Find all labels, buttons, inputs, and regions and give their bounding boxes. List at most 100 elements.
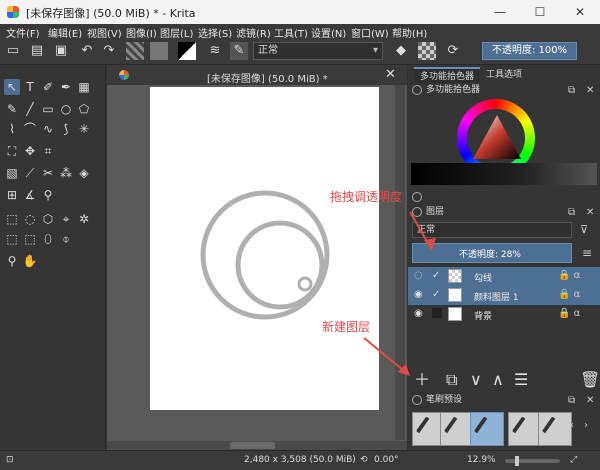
open-document-icon[interactable]: ▤ xyxy=(28,42,46,60)
layer-controls-icon[interactable]: 🔒 α xyxy=(558,308,580,319)
layer-blend-select[interactable]: 正常 xyxy=(412,222,572,238)
tab-advanced-color-selector[interactable]: 多功能拾色器 xyxy=(414,67,481,83)
refresh-icon[interactable] xyxy=(412,192,422,202)
freehand-select-tool-icon[interactable]: ⌖ xyxy=(58,211,74,227)
blend-mode-select[interactable]: 正常 ▾ xyxy=(253,42,383,60)
visibility-eye-icon[interactable]: ◉ xyxy=(414,289,423,300)
horizontal-scrollbar[interactable] xyxy=(107,441,407,450)
colorize-mask-tool-icon[interactable]: ⁂ xyxy=(58,165,74,181)
redo-icon[interactable]: ↷ xyxy=(100,42,118,60)
brush-preset[interactable] xyxy=(538,412,572,446)
measure-tool-icon[interactable]: ∡ xyxy=(22,187,38,203)
select-shapes-tool-icon[interactable]: ↖ xyxy=(4,79,20,95)
layer-controls-icon[interactable]: 🔒 α xyxy=(558,270,580,281)
lock-icon[interactable] xyxy=(412,395,422,405)
pan-tool-icon[interactable]: ✋ xyxy=(22,253,38,269)
smart-patch-tool-icon[interactable]: ✂ xyxy=(40,165,56,181)
check-icon[interactable]: ✓ xyxy=(432,270,440,281)
layer-opacity-slider[interactable]: 不透明度: 28% xyxy=(412,243,572,263)
close-icon[interactable]: ✕ xyxy=(586,393,594,408)
fg-bg-color-icon[interactable] xyxy=(178,42,196,60)
pattern-swatch-icon[interactable] xyxy=(150,42,168,60)
edit-shapes-tool-icon[interactable]: ✐ xyxy=(40,79,56,95)
layer-row[interactable]: ◌ ✓ 勾线 🔒 α xyxy=(408,267,600,286)
zoom-slider-thumb[interactable] xyxy=(515,456,519,466)
magnetic-select-tool-icon[interactable]: ⌽ xyxy=(58,231,74,247)
gradient-swatch-icon[interactable] xyxy=(126,42,144,60)
chevron-left-icon[interactable]: ‹ xyxy=(570,420,574,431)
canvas-page[interactable] xyxy=(150,87,379,410)
layer-row[interactable]: ◉ 背景 🔒 α xyxy=(408,305,600,324)
opacity-slider[interactable]: 不透明度: 100% xyxy=(482,42,577,60)
transform-tool-icon[interactable]: ⊞ xyxy=(4,187,20,203)
eraser-icon[interactable]: ◆ xyxy=(392,42,410,60)
ellipse-select-tool-icon[interactable]: ◌ xyxy=(22,211,38,227)
float-icon[interactable]: ⧉ xyxy=(568,393,575,408)
chevron-right-icon[interactable]: › xyxy=(584,420,588,431)
crop-select-tool-icon[interactable]: ⛶ xyxy=(4,143,20,159)
line-tool-icon[interactable]: ╱ xyxy=(22,101,38,117)
add-layer-icon[interactable]: ＋ xyxy=(414,370,430,390)
close-icon[interactable]: ✕ xyxy=(385,67,396,82)
rotation-icon[interactable]: ⟲ xyxy=(360,455,368,465)
gradient-tool-icon[interactable]: ▧ xyxy=(4,165,20,181)
zoom-slider[interactable] xyxy=(505,456,560,466)
dynamic-brush-tool-icon[interactable]: ⟆ xyxy=(58,121,74,137)
float-icon[interactable]: ⧉ xyxy=(568,83,575,98)
fill-tool-icon[interactable]: ◈ xyxy=(76,165,92,181)
crop-tool-icon[interactable]: ⌗ xyxy=(40,143,56,159)
ellipse-tool-icon[interactable]: ○ xyxy=(58,101,74,117)
close-icon[interactable]: ✕ xyxy=(586,205,594,220)
brush-preset-icon[interactable]: ✎ xyxy=(230,42,248,60)
layer-controls-icon[interactable]: 🔒 α xyxy=(558,289,580,300)
saturation-value-triangle[interactable] xyxy=(471,113,523,165)
multibrush-tool-icon[interactable]: ✳ xyxy=(76,121,92,137)
rectangle-tool-icon[interactable]: ▭ xyxy=(40,101,56,117)
magic-wand-tool-icon[interactable]: ✲ xyxy=(76,211,92,227)
polygon-tool-icon[interactable]: ⬠ xyxy=(76,101,92,117)
color-selector[interactable] xyxy=(408,99,600,193)
float-icon[interactable]: ⧉ xyxy=(568,205,575,220)
menu-icon[interactable]: ≡ xyxy=(582,246,592,260)
horizontal-scroll-thumb[interactable] xyxy=(230,442,275,449)
calligraphy-tool-icon[interactable]: ✒ xyxy=(58,79,74,95)
filter-icon[interactable]: ⊽ xyxy=(580,223,588,236)
contiguous-select-tool-icon[interactable]: ⬚ xyxy=(4,231,20,247)
assistant-tool-icon[interactable]: ▦ xyxy=(76,79,92,95)
polygon-select-tool-icon[interactable]: ⬡ xyxy=(40,211,56,227)
similar-select-tool-icon[interactable]: ⬚ xyxy=(22,231,38,247)
visibility-eye-icon[interactable]: ◉ xyxy=(414,308,423,319)
brush-settings-icon[interactable]: ≋ xyxy=(206,42,224,60)
color-picker-tool-icon[interactable]: ⟋ xyxy=(22,165,38,181)
lock-icon[interactable] xyxy=(412,85,422,95)
polyline-tool-icon[interactable]: ⌇ xyxy=(4,121,20,137)
brush-preset[interactable] xyxy=(440,412,474,446)
vertical-scrollbar[interactable] xyxy=(395,85,405,440)
alpha-lock-icon[interactable] xyxy=(418,42,436,60)
fit-view-icon[interactable]: ⤢ xyxy=(570,455,577,465)
brush-preset[interactable] xyxy=(508,412,542,446)
reference-tool-icon[interactable]: ⚲ xyxy=(40,187,56,203)
move-tool-icon[interactable]: ✥ xyxy=(22,143,38,159)
checkbox-icon[interactable] xyxy=(432,308,442,318)
reload-preset-icon[interactable]: ⟳ xyxy=(444,42,462,60)
move-layer-down-icon[interactable]: ∨ xyxy=(470,370,482,390)
delete-layer-icon[interactable]: 🗑 xyxy=(580,370,600,390)
close-button[interactable]: ✕ xyxy=(560,0,600,24)
lock-icon[interactable] xyxy=(412,207,422,217)
check-icon[interactable]: ✓ xyxy=(432,289,440,300)
brush-preset[interactable] xyxy=(470,412,504,446)
undo-icon[interactable]: ↶ xyxy=(78,42,96,60)
shade-strip[interactable] xyxy=(411,163,597,185)
rect-select-tool-icon[interactable]: ⬚ xyxy=(4,211,20,227)
zoom-tool-icon[interactable]: ⚲ xyxy=(4,253,20,269)
visibility-eye-icon[interactable]: ◌ xyxy=(414,270,423,281)
freehand-path-tool-icon[interactable]: ∿ xyxy=(40,121,56,137)
save-icon[interactable]: ▣ xyxy=(52,42,70,60)
minimize-button[interactable]: — xyxy=(480,0,520,24)
freehand-brush-tool-icon[interactable]: ✎ xyxy=(4,101,20,117)
layer-properties-icon[interactable]: ☰ xyxy=(514,370,528,390)
move-layer-up-icon[interactable]: ∧ xyxy=(492,370,504,390)
layer-row[interactable]: ◉ ✓ 颜料图层 1 🔒 α xyxy=(408,286,600,305)
bezier-tool-icon[interactable]: ⌒ xyxy=(22,121,38,137)
